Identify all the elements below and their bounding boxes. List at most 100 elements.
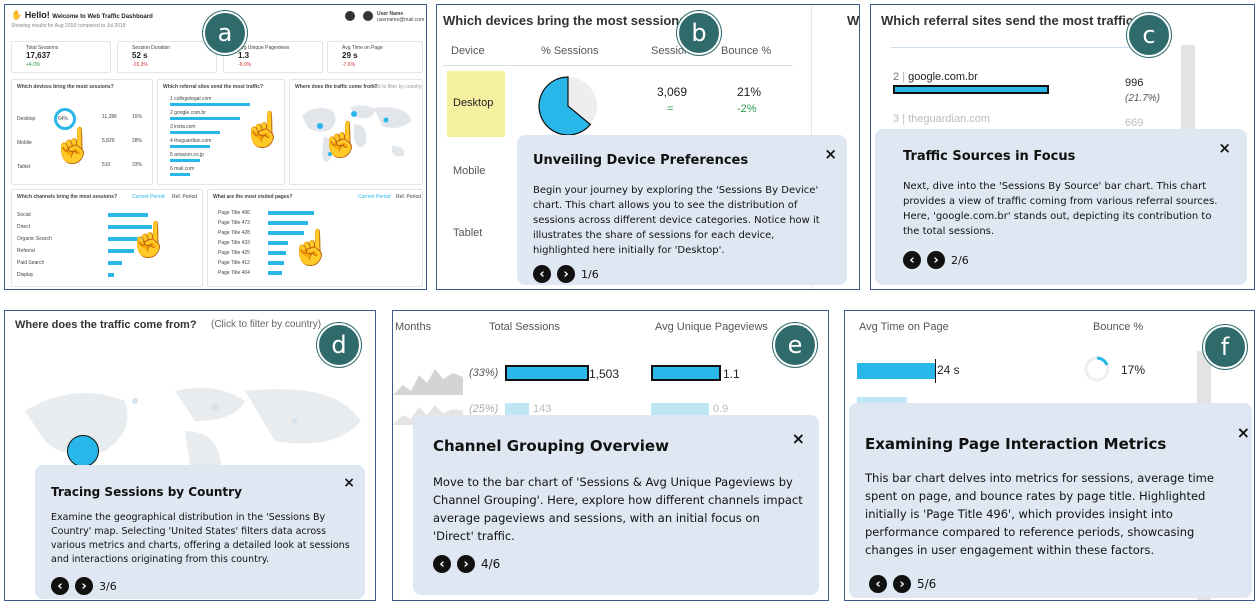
- referral-row-theguardian[interactable]: 3 | theguardian.com: [893, 113, 990, 125]
- bounce-ring[interactable]: [1083, 355, 1111, 383]
- kpi-delta: -16.3%: [132, 62, 148, 68]
- tooltip-body: Next, dive into the 'Sessions By Source'…: [903, 181, 1218, 237]
- device-desktop-label[interactable]: Desktop: [453, 97, 493, 109]
- close-icon[interactable]: ×: [824, 145, 837, 163]
- time-value: 24 s: [937, 363, 960, 377]
- arrow-left-icon[interactable]: ‹: [433, 555, 451, 573]
- tooltip-body: Move to the bar chart of 'Sessions & Avg…: [433, 475, 803, 543]
- referral-bar[interactable]: [170, 145, 210, 148]
- kpi-card-total-sessions[interactable]: Total Sessions 17,637 +4.0%: [11, 41, 111, 73]
- device-mobile-label[interactable]: Mobile: [453, 165, 485, 177]
- tooltip-step: 2/6: [951, 253, 969, 267]
- referral-bar[interactable]: [170, 131, 220, 134]
- referral-site: google.com.br: [908, 71, 978, 83]
- wave-icon: ✋: [11, 10, 23, 20]
- mini-map-card[interactable]: Where does the traffic come from? Click …: [289, 79, 423, 185]
- referral-row-google[interactable]: 2 | google.com.br: [893, 71, 978, 83]
- legend-previous: Ref. Period: [396, 194, 422, 200]
- referral-item[interactable]: 2 google.com.br: [170, 110, 206, 116]
- referral-bar[interactable]: [170, 117, 240, 120]
- kpi-card-avg-time-on-page[interactable]: Avg Time on Page 29 s -7.6%: [327, 41, 423, 73]
- page-bar[interactable]: [268, 221, 308, 225]
- channel-bar[interactable]: [108, 273, 114, 277]
- mini-channels-card[interactable]: Which channels bring the most sessions? …: [11, 189, 203, 287]
- referral-bar[interactable]: [170, 173, 190, 176]
- channel-label: Referral: [17, 248, 35, 254]
- referral-bar[interactable]: [170, 103, 250, 106]
- card-title: Which channels bring the most sessions?: [17, 194, 118, 200]
- notification-icon[interactable]: [345, 11, 355, 21]
- arrow-left-icon[interactable]: ‹: [51, 577, 69, 595]
- arrow-left-icon[interactable]: ‹: [533, 265, 551, 283]
- kpi-value: 52 s: [132, 51, 148, 60]
- referral-item[interactable]: 3 insta.com: [170, 124, 196, 130]
- time-bar-page-496[interactable]: [857, 363, 935, 379]
- panel-badge: a: [203, 11, 247, 55]
- legend-previous: Ref. Period: [172, 194, 198, 200]
- tooltip-nav: ‹ › 1/6: [533, 265, 599, 283]
- referral-item[interactable]: 6 mail.com: [170, 166, 194, 172]
- mini-device-card[interactable]: Which devices bring the most sessions? D…: [11, 79, 153, 185]
- close-icon[interactable]: ×: [1218, 139, 1231, 157]
- referral-item[interactable]: 5 amazon.co.jp: [170, 152, 204, 158]
- close-icon[interactable]: ×: [343, 475, 355, 491]
- arrow-right-icon[interactable]: ›: [893, 575, 911, 593]
- pointer-hand-icon: ☝: [52, 127, 95, 165]
- arrow-right-icon[interactable]: ›: [75, 577, 93, 595]
- tooltip-channel: Channel Grouping Overview × Move to the …: [413, 415, 819, 595]
- kpi-card-session-duration[interactable]: Session Duration 52 s -16.3%: [117, 41, 217, 73]
- close-icon[interactable]: ×: [792, 429, 805, 448]
- channel-label: Direct: [17, 224, 31, 230]
- referral-bar-google[interactable]: [893, 85, 1049, 94]
- arrow-left-icon[interactable]: ‹: [869, 575, 887, 593]
- header-avg-unique-pageviews: Avg Unique Pageviews: [655, 321, 768, 333]
- referral-pct: (21.7%): [1125, 93, 1161, 104]
- referral-item[interactable]: 4 theguardian.com: [170, 138, 211, 144]
- chart-title: Which referral sites send the most traff…: [881, 13, 1142, 28]
- page-label: Page Title 412: [218, 260, 250, 266]
- kpi-delta: -6.0%: [238, 62, 252, 68]
- sessions-bar[interactable]: [505, 403, 529, 415]
- device-tablet-label[interactable]: Tablet: [453, 227, 482, 239]
- country-marker-us[interactable]: [67, 435, 99, 467]
- pageviews-bar-direct[interactable]: [651, 365, 721, 381]
- pageviews-bar[interactable]: [651, 403, 709, 415]
- page-label: Page Title 428: [218, 230, 250, 236]
- sessions-bar-direct[interactable]: [505, 365, 589, 381]
- channel-bar[interactable]: [108, 261, 122, 265]
- header-device: Device: [451, 45, 485, 57]
- tooltip-step: 3/6: [99, 579, 117, 593]
- chart-title: Where does the traffic come from?: [15, 319, 197, 331]
- pageviews-value: 1.1: [723, 367, 740, 381]
- desktop-bounce-change: -2%: [737, 103, 757, 115]
- close-icon[interactable]: ×: [1237, 423, 1250, 442]
- referral-item[interactable]: 1 collegelegal.com: [170, 96, 211, 102]
- tooltip-title: Tracing Sessions by Country: [51, 485, 242, 499]
- channel-bar[interactable]: [108, 213, 148, 217]
- arrow-right-icon[interactable]: ›: [927, 251, 945, 269]
- arrow-left-icon[interactable]: ‹: [903, 251, 921, 269]
- referral-bar[interactable]: [170, 159, 200, 162]
- tooltip-page-metrics: Examining Page Interaction Metrics × Thi…: [849, 403, 1252, 598]
- page-bar[interactable]: [268, 211, 314, 215]
- kpi-delta: -7.6%: [342, 62, 356, 68]
- header-divider: [443, 65, 793, 66]
- channel-label: Organic Search: [17, 236, 52, 242]
- arrow-right-icon[interactable]: ›: [457, 555, 475, 573]
- page-label: Page Title 496: [218, 210, 250, 216]
- page-bar[interactable]: [268, 261, 284, 265]
- page-bar[interactable]: [268, 251, 286, 255]
- pointer-hand-icon: ☝: [290, 229, 333, 267]
- page-bar[interactable]: [268, 241, 288, 245]
- desktop-sessions: 3,069: [657, 85, 688, 99]
- mini-referral-card[interactable]: Which referral sites send the most traff…: [157, 79, 285, 185]
- map-hint: (Click to filter by country): [211, 319, 322, 330]
- arrow-right-icon[interactable]: ›: [557, 265, 575, 283]
- mini-pages-card[interactable]: What are the most visited pages? Current…: [207, 189, 423, 287]
- page-label: Page Title 404: [218, 270, 250, 276]
- avatar[interactable]: [363, 11, 373, 21]
- desktop-pie[interactable]: [537, 75, 599, 137]
- page-bar[interactable]: [268, 271, 282, 275]
- bounce-value: 17%: [1121, 363, 1146, 377]
- card-title: What are the most visited pages?: [213, 194, 293, 200]
